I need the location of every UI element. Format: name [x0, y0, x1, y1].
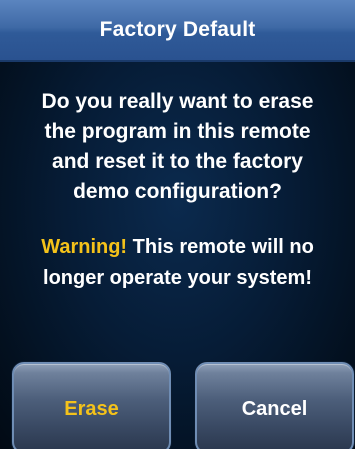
message-line: Do you really want to erase	[41, 90, 314, 113]
message-line: demo configuration?	[73, 180, 282, 203]
factory-default-dialog: Factory Default Do you really want to er…	[0, 0, 355, 449]
dialog-title: Factory Default	[99, 18, 256, 41]
warning-line-2: longer operate your system!	[43, 267, 312, 289]
message-line: and reset it to the factory	[52, 150, 303, 173]
warning-text-1: This remote will no	[127, 236, 314, 258]
title-bar: Factory Default	[0, 0, 355, 62]
cancel-button-label: Cancel	[241, 398, 308, 420]
warning-line-1: Warning! This remote will no	[0, 232, 355, 263]
warning-message: Warning! This remote will no longer oper…	[0, 232, 355, 294]
erase-button[interactable]: Erase	[12, 362, 171, 449]
erase-button-label: Erase	[64, 398, 119, 420]
cancel-button[interactable]: Cancel	[195, 362, 354, 449]
message-line: the program in this remote	[44, 120, 311, 143]
confirmation-message: Do you really want to erase the program …	[0, 87, 355, 207]
warning-label: Warning!	[41, 236, 128, 258]
